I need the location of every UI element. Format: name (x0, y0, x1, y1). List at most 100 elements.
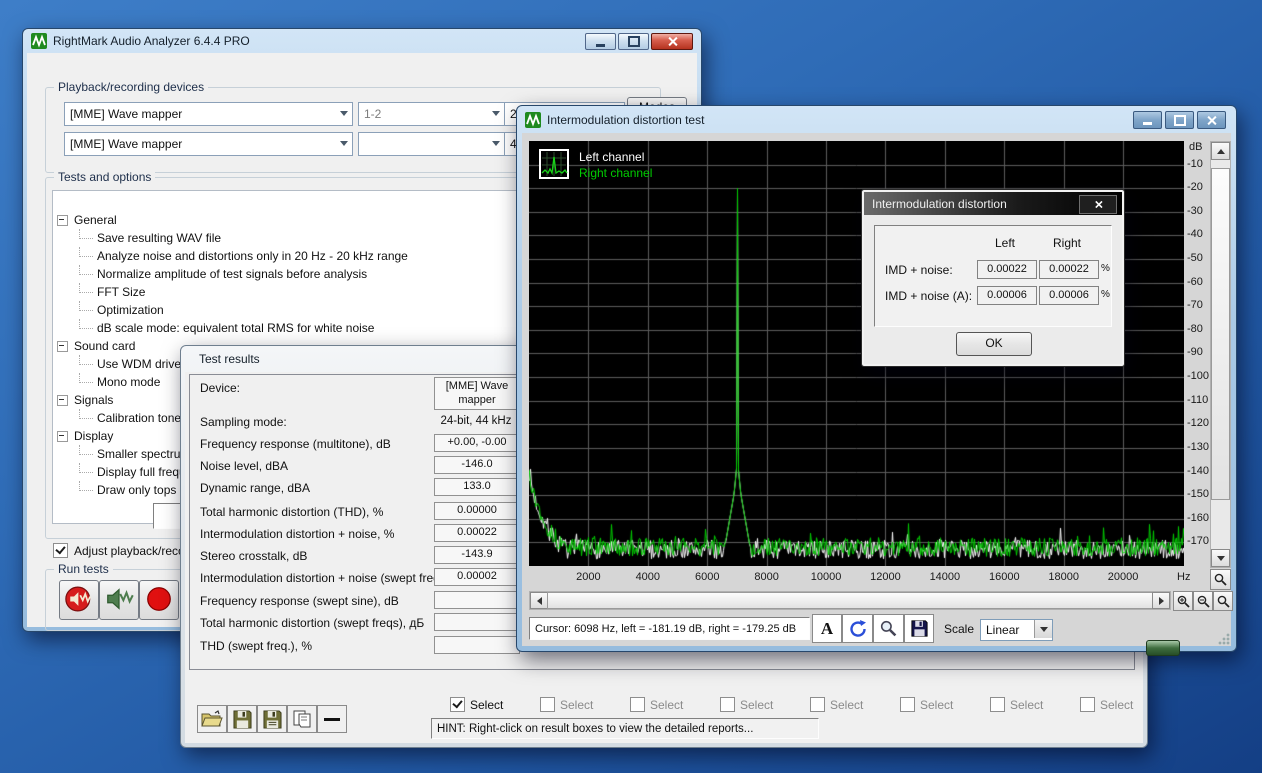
horizontal-scroll-thumb[interactable] (547, 592, 1153, 609)
tree-connector (79, 319, 93, 329)
tree-item-label: FFT Size (97, 285, 145, 299)
red-speaker-icon (64, 584, 94, 614)
select-option-7[interactable]: Select (990, 697, 1043, 712)
select-label: Select (1010, 698, 1043, 712)
resize-grip[interactable] (1217, 632, 1230, 645)
zoom-select-button[interactable] (1213, 591, 1233, 611)
save-button[interactable] (227, 705, 257, 733)
y-tick--160: -160 (1187, 512, 1209, 524)
y-tick--120: -120 (1187, 417, 1209, 429)
select-option-3[interactable]: Select (630, 697, 683, 712)
remove-button[interactable] (317, 705, 347, 733)
scroll-right-button[interactable] (1152, 592, 1170, 609)
play-test-signals-button[interactable] (59, 580, 99, 620)
tree-expander-icon[interactable] (57, 431, 68, 442)
detail-zoom-button[interactable] (873, 614, 904, 643)
tree-item-label: Sound card (74, 339, 135, 353)
zoom-out-button[interactable] (1193, 591, 1213, 611)
select-option-4[interactable]: Select (720, 697, 773, 712)
result-value-dynamic-range-dba[interactable]: 133.0 (434, 478, 520, 496)
scale-label: Scale (944, 622, 974, 636)
select-checkbox-4[interactable] (720, 697, 735, 712)
zoom-full-button[interactable] (1210, 569, 1231, 590)
imd-noise-right-value[interactable]: 0.00022 (1039, 260, 1099, 279)
select-option-8[interactable]: Select (1080, 697, 1133, 712)
select-checkbox-1[interactable] (450, 697, 465, 712)
result-value-thd-swept-freq[interactable] (434, 636, 520, 654)
select-option-2[interactable]: Select (540, 697, 593, 712)
result-value-total-harmonic-distortion-swept-freqs[interactable] (434, 613, 520, 631)
ok-button[interactable]: OK (956, 332, 1032, 356)
result-value-frequency-response-multitone-db[interactable]: +0.00, -0.00 (434, 434, 520, 452)
monitor-signal-button[interactable] (99, 580, 139, 620)
recording-device-combo[interactable]: [MME] Wave mapper (64, 132, 353, 156)
refresh-button[interactable] (842, 614, 873, 643)
select-option-6[interactable]: Select (900, 697, 953, 712)
record-button[interactable] (139, 580, 179, 620)
imd-noise-a-right-value[interactable]: 0.00006 (1039, 286, 1099, 305)
result-value-stereo-crosstalk-db[interactable]: -143.9 (434, 546, 520, 564)
recording-channels-combo[interactable] (358, 132, 505, 156)
vertical-scrollbar[interactable] (1210, 141, 1231, 568)
select-checkbox-6[interactable] (900, 697, 915, 712)
close-button[interactable] (1079, 195, 1117, 214)
minimize-button[interactable] (1133, 111, 1162, 129)
select-checkbox-3[interactable] (630, 697, 645, 712)
playback-device-combo[interactable]: [MME] Wave mapper (64, 102, 353, 126)
tree-connector (79, 409, 93, 419)
select-checkbox-5[interactable] (810, 697, 825, 712)
select-checkbox-8[interactable] (1080, 697, 1095, 712)
refresh-icon (848, 619, 868, 639)
close-button[interactable] (1197, 111, 1226, 129)
result-value-device[interactable]: [MME] Wave mapper (434, 377, 520, 410)
copy-report-button[interactable] (287, 705, 317, 733)
imd-noise-a-left-value[interactable]: 0.00006 (977, 286, 1037, 305)
close-button[interactable] (651, 33, 693, 50)
chevron-down-icon (492, 111, 500, 116)
tree-expander-icon[interactable] (57, 341, 68, 352)
select-option-5[interactable]: Select (810, 697, 863, 712)
x-tick-4000: 4000 (626, 571, 670, 583)
result-value-frequency-response-swept-sine-db[interactable] (434, 591, 520, 609)
horizontal-scrollbar[interactable] (529, 591, 1171, 610)
select-option-1[interactable]: Select (450, 697, 503, 712)
adjust-levels-checkbox[interactable] (53, 543, 68, 558)
maximize-button[interactable] (1165, 111, 1194, 129)
tree-expander-icon[interactable] (57, 395, 68, 406)
select-checkbox-7[interactable] (990, 697, 1005, 712)
select-checkbox-2[interactable] (540, 697, 555, 712)
vertical-scroll-thumb[interactable] (1211, 168, 1230, 500)
x-tick-6000: 6000 (685, 571, 729, 583)
y-tick--110: -110 (1187, 394, 1209, 406)
imd-noise-left-value[interactable]: 0.00022 (977, 260, 1037, 279)
result-value-noise-level-dba[interactable]: -146.0 (434, 456, 520, 474)
result-value-intermodulation-distortion-noise-swept-f[interactable]: 0.00002 (434, 568, 520, 586)
spectrum-titlebar[interactable]: Intermodulation distortion test (517, 106, 1236, 133)
magnifier-plus-icon (1177, 595, 1190, 608)
save-image-button[interactable] (904, 614, 934, 643)
y-tick--50: -50 (1187, 252, 1209, 264)
open-file-button[interactable] (197, 705, 227, 733)
minimize-button[interactable] (585, 33, 616, 50)
magnifier-minus-icon (1197, 595, 1210, 608)
scroll-up-button[interactable] (1211, 142, 1230, 160)
cursor-status-text: Cursor: 6098 Hz, left = -181.19 dB, righ… (535, 623, 796, 635)
scale-dropdown[interactable]: Linear (980, 619, 1053, 641)
font-button[interactable]: A (812, 614, 842, 643)
imd-dialog-titlebar[interactable]: Intermodulation distortion (864, 192, 1122, 215)
imd-values-panel: Left Right IMD + noise: 0.00022 0.00022 … (874, 225, 1112, 327)
result-value-intermodulation-distortion-noise[interactable]: 0.00022 (434, 524, 520, 542)
playback-channels-combo[interactable]: 1-2 (358, 102, 505, 126)
scroll-down-button[interactable] (1211, 549, 1230, 567)
result-value-total-harmonic-distortion-thd[interactable]: 0.00000 (434, 502, 520, 520)
y-tick--150: -150 (1187, 488, 1209, 500)
save-as-button[interactable] (257, 705, 287, 733)
scroll-left-button[interactable] (530, 592, 548, 609)
zoom-in-button[interactable] (1173, 591, 1193, 611)
x-tick-18000: 18000 (1042, 571, 1086, 583)
legend-left-channel: Left channel (579, 149, 652, 165)
maximize-button[interactable] (618, 33, 649, 50)
tree-item-label: General (74, 213, 117, 227)
tree-expander-icon[interactable] (57, 215, 68, 226)
main-window-titlebar[interactable]: RightMark Audio Analyzer 6.4.4 PRO (23, 29, 701, 53)
